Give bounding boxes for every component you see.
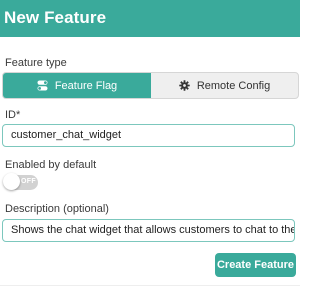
- new-feature-dialog: New Feature Feature type Feature Flag Re…: [0, 0, 300, 300]
- create-feature-button[interactable]: Create Feature: [215, 253, 296, 277]
- dialog-header: New Feature: [0, 0, 300, 37]
- feature-flag-option[interactable]: Feature Flag: [3, 73, 151, 98]
- dialog-title: New Feature: [4, 8, 107, 27]
- toggle-state-text: OFF: [21, 178, 36, 185]
- feature-type-label: Feature type: [5, 57, 67, 69]
- description-input[interactable]: Shows the chat widget that allows custom…: [2, 219, 295, 242]
- description-label: Description (optional): [5, 203, 109, 215]
- remote-config-label: Remote Config: [196, 79, 271, 92]
- feature-flag-label: Feature Flag: [54, 79, 118, 92]
- remote-config-option[interactable]: Remote Config: [151, 73, 298, 98]
- toggle-icon: [37, 80, 49, 92]
- feature-type-selector: Feature Flag Remote Config: [2, 72, 299, 99]
- enabled-toggle[interactable]: OFF: [3, 173, 38, 190]
- footer-divider: [0, 285, 300, 286]
- id-input[interactable]: customer_chat_widget: [2, 124, 295, 147]
- toggle-knob: [3, 173, 20, 190]
- enabled-label: Enabled by default: [5, 159, 97, 171]
- id-label: ID*: [5, 109, 21, 121]
- gear-icon: [179, 80, 191, 92]
